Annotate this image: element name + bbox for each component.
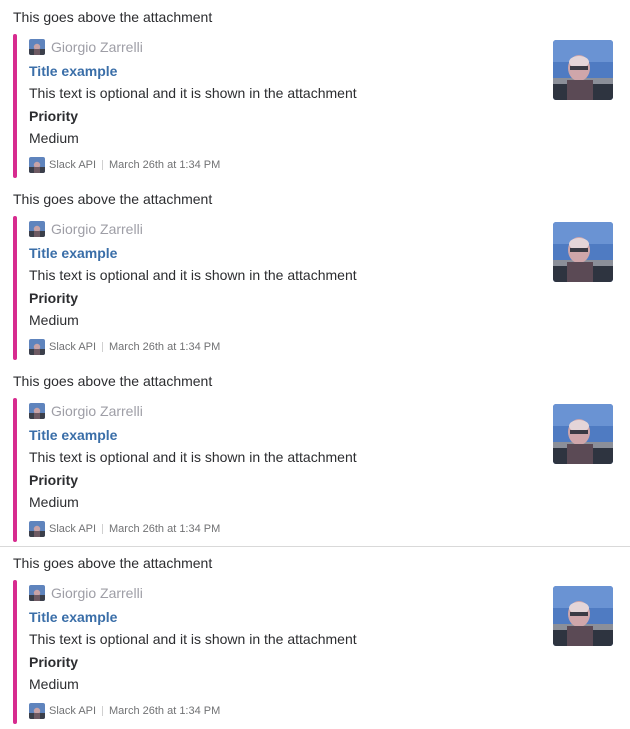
- footer-timestamp[interactable]: March 26th at 1:34 PM: [109, 340, 220, 354]
- attachment-title-link[interactable]: Title example: [29, 426, 117, 444]
- field-title: Priority: [29, 472, 79, 488]
- message-attachment: Giorgio Zarrelli Title example This text…: [13, 216, 617, 360]
- attachment-text: This text is optional and it is shown in…: [29, 449, 357, 465]
- attachment-color-bar: [13, 216, 17, 360]
- author-photo-thumbnail[interactable]: [553, 40, 613, 100]
- author-name: Giorgio Zarrelli: [51, 585, 143, 601]
- attachment-text: This text is optional and it is shown in…: [29, 85, 357, 101]
- slack-api-icon: [29, 157, 45, 173]
- message-divider: [0, 546, 630, 547]
- author-photo-thumbnail[interactable]: [553, 222, 613, 282]
- field-value: Medium: [29, 312, 79, 328]
- message-attachment: Giorgio Zarrelli Title example This text…: [13, 398, 617, 542]
- author-avatar-icon: [29, 585, 45, 601]
- attachment-color-bar: [13, 580, 17, 724]
- footer-text: Slack API: [49, 159, 97, 171]
- author-name: Giorgio Zarrelli: [51, 403, 143, 419]
- message-attachment: Giorgio Zarrelli Title example This text…: [13, 34, 617, 178]
- footer-separator: [102, 342, 103, 352]
- footer-separator: [102, 706, 103, 716]
- attachment-title-link[interactable]: Title example: [29, 244, 117, 262]
- author-name: Giorgio Zarrelli: [51, 221, 143, 237]
- message-attachment: Giorgio Zarrelli Title example This text…: [13, 580, 617, 724]
- slack-api-icon: [29, 703, 45, 719]
- attachment-text: This text is optional and it is shown in…: [29, 267, 357, 283]
- slack-api-icon: [29, 339, 45, 355]
- field-title: Priority: [29, 290, 79, 306]
- author-avatar-icon: [29, 221, 45, 237]
- author-photo-thumbnail[interactable]: [553, 586, 613, 646]
- author-avatar-icon: [29, 39, 45, 55]
- slack-api-icon: [29, 521, 45, 537]
- author-photo-thumbnail[interactable]: [553, 404, 613, 464]
- footer-text: Slack API: [49, 341, 97, 353]
- footer-separator: [102, 160, 103, 170]
- footer-text: Slack API: [49, 523, 97, 535]
- author-name: Giorgio Zarrelli: [51, 39, 143, 55]
- author-avatar-icon: [29, 403, 45, 419]
- footer-timestamp[interactable]: March 26th at 1:34 PM: [109, 158, 220, 172]
- message-pretext: This goes above the attachment: [13, 373, 213, 389]
- attachment-title-link[interactable]: Title example: [29, 62, 117, 80]
- attachment-color-bar: [13, 398, 17, 542]
- message-pretext: This goes above the attachment: [13, 9, 213, 25]
- message-pretext: This goes above the attachment: [13, 191, 213, 207]
- footer-timestamp[interactable]: March 26th at 1:34 PM: [109, 522, 220, 536]
- attachment-text: This text is optional and it is shown in…: [29, 631, 357, 647]
- message-pretext: This goes above the attachment: [13, 555, 213, 571]
- field-title: Priority: [29, 108, 79, 124]
- field-value: Medium: [29, 494, 79, 510]
- field-title: Priority: [29, 654, 79, 670]
- footer-text: Slack API: [49, 705, 97, 717]
- field-value: Medium: [29, 130, 79, 146]
- footer-timestamp[interactable]: March 26th at 1:34 PM: [109, 704, 220, 718]
- footer-separator: [102, 524, 103, 534]
- attachment-title-link[interactable]: Title example: [29, 608, 117, 626]
- attachment-color-bar: [13, 34, 17, 178]
- field-value: Medium: [29, 676, 79, 692]
